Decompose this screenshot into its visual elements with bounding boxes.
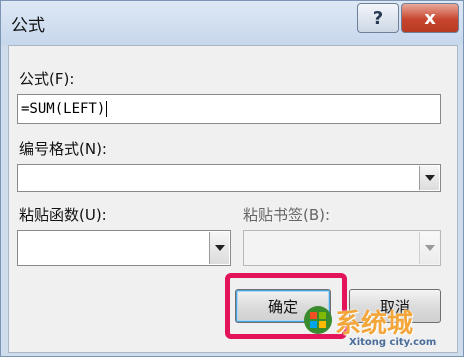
watermark: 系统城 Xitong city.com xyxy=(301,301,461,353)
formula-label: 公式(F): xyxy=(19,70,75,88)
dialog-title: 公式 xyxy=(11,16,45,36)
text-caret xyxy=(106,101,108,117)
close-button[interactable]: x xyxy=(401,3,459,33)
number-format-dropdown-button[interactable] xyxy=(419,166,439,190)
number-format-select[interactable] xyxy=(17,164,441,192)
formula-dialog: 公式 ? x 公式(F): =SUM(LEFT) 编号格式(N): 粘贴函数(U… xyxy=(0,0,464,357)
title-bar[interactable]: 公式 ? x xyxy=(1,1,463,45)
formula-input[interactable]: =SUM(LEFT) xyxy=(17,94,441,124)
paste-function-label: 粘贴函数(U): xyxy=(19,206,107,224)
chevron-down-icon xyxy=(214,245,225,251)
help-icon: ? xyxy=(372,7,384,29)
formula-value: =SUM(LEFT) xyxy=(21,101,106,117)
paste-function-dropdown-button[interactable] xyxy=(209,232,229,264)
paste-bookmark-dropdown-button xyxy=(419,232,439,264)
number-format-label: 编号格式(N): xyxy=(19,140,107,158)
chevron-down-icon xyxy=(424,245,435,251)
windows-logo-icon xyxy=(304,306,332,334)
paste-function-select[interactable] xyxy=(17,230,231,266)
chevron-down-icon xyxy=(424,175,435,181)
close-icon: x xyxy=(424,7,436,29)
watermark-brand: 系统城 xyxy=(335,309,414,339)
help-button[interactable]: ? xyxy=(357,3,399,33)
paste-bookmark-label: 粘贴书签(B): xyxy=(243,206,331,224)
watermark-url: Xitong city.com xyxy=(349,337,437,348)
paste-bookmark-select xyxy=(243,230,441,266)
